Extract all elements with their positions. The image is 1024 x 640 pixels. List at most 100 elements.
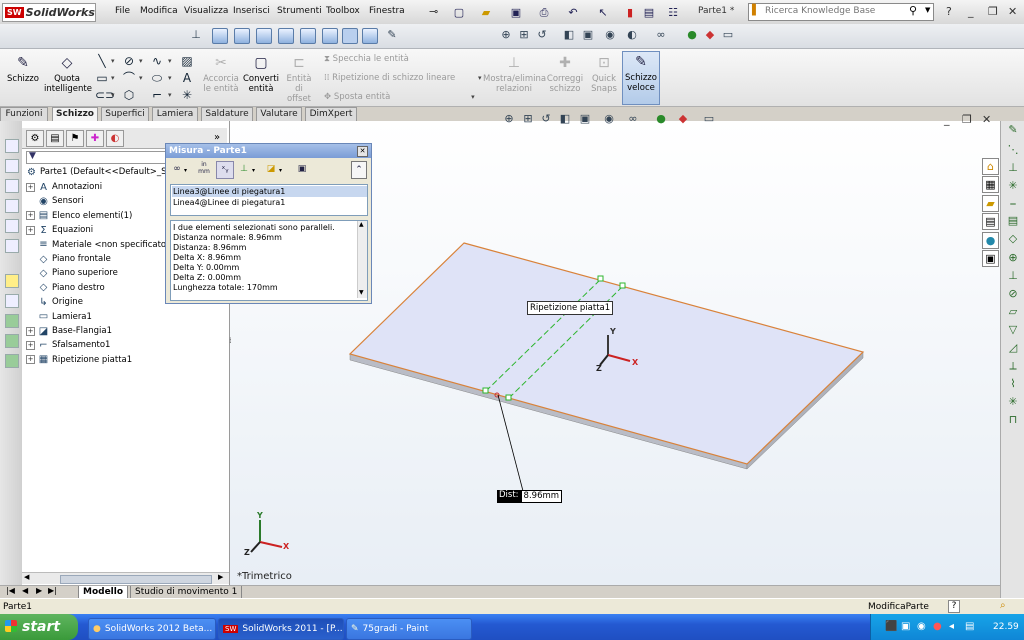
- tray-icon[interactable]: ▤: [965, 621, 974, 632]
- rapid-sketch-button[interactable]: ✎ Schizzo veloce: [622, 51, 660, 105]
- side-tool-icon[interactable]: [5, 334, 19, 348]
- tab-saldature[interactable]: Saldature: [201, 107, 253, 121]
- hud-previous-view-icon[interactable]: ↺: [540, 113, 552, 125]
- rectangle-dropdown-icon[interactable]: ▾: [111, 74, 115, 82]
- monitor-icon[interactable]: ▭: [722, 29, 734, 41]
- status-tooltip-icon[interactable]: ⌕: [1000, 600, 1006, 611]
- point-icon[interactable]: ✳: [180, 88, 194, 102]
- hud-zoom-area-icon[interactable]: ⊞: [522, 113, 534, 125]
- tree-item[interactable]: + A Annotazioni: [26, 180, 102, 194]
- sketch-tool-icon[interactable]: ◿: [1007, 342, 1019, 354]
- side-tool-icon[interactable]: [5, 354, 19, 368]
- tab-schizzo[interactable]: Schizzo: [52, 107, 98, 121]
- appearances-icon[interactable]: ●: [982, 232, 999, 249]
- scroll-up-icon[interactable]: ▲: [359, 221, 364, 228]
- polygon-icon[interactable]: ⬡: [122, 88, 136, 102]
- new-document-icon[interactable]: ▢: [450, 4, 468, 21]
- slot-dropdown-icon[interactable]: ▾: [111, 91, 115, 99]
- measure-save-icon[interactable]: ▣: [295, 161, 309, 177]
- right-view-icon[interactable]: [278, 28, 294, 44]
- fillet-dropdown-icon[interactable]: ▾: [168, 91, 172, 99]
- network-icon[interactable]: ▣: [901, 621, 910, 632]
- alert-icon[interactable]: ●: [933, 621, 942, 632]
- menu-toolbox[interactable]: Toolbox: [326, 6, 360, 16]
- tree-item[interactable]: ▭ Lamiera1: [26, 310, 92, 324]
- ellipse-dropdown-icon[interactable]: ▾: [168, 74, 172, 82]
- collapse-icon[interactable]: ⌃: [351, 161, 367, 179]
- custom-properties-icon[interactable]: ▣: [982, 250, 999, 267]
- previous-view-icon[interactable]: ↺: [536, 29, 548, 41]
- scroll-down-icon[interactable]: ▼: [359, 289, 364, 296]
- save-icon[interactable]: ▣: [507, 4, 525, 21]
- zoom-fit-icon[interactable]: ⊕: [500, 29, 512, 41]
- tree-item[interactable]: ◉ Sensori: [26, 194, 83, 208]
- linear-pattern-dropdown-icon[interactable]: ▾: [478, 74, 482, 82]
- menu-inserisci[interactable]: Inserisci: [233, 6, 270, 16]
- display-manager-tab-icon[interactable]: ◐: [106, 130, 124, 147]
- status-help-icon[interactable]: ?: [948, 600, 960, 613]
- bottom-view-icon[interactable]: [322, 28, 338, 44]
- menu-finestra[interactable]: Finestra: [369, 6, 405, 16]
- pin-icon[interactable]: ⊸: [429, 5, 438, 18]
- rebuild-icon[interactable]: ▮: [621, 4, 639, 21]
- expand-icon[interactable]: +: [26, 326, 35, 336]
- tab-superfici[interactable]: Superfici: [101, 107, 149, 121]
- arc-dropdown-icon[interactable]: ▾: [184, 167, 187, 174]
- sketch-tool-icon[interactable]: ⌇: [1007, 378, 1019, 390]
- convert-entities-button[interactable]: ▢ Converti entità: [242, 53, 280, 94]
- side-tool-icon[interactable]: [5, 274, 19, 288]
- side-tool-icon[interactable]: [5, 314, 19, 328]
- undo-icon[interactable]: ↶: [564, 4, 582, 21]
- tree-item[interactable]: ↳ Origine: [26, 295, 83, 309]
- units-icon[interactable]: in mm: [197, 161, 211, 177]
- property-manager-tab-icon[interactable]: ▤: [46, 130, 64, 147]
- line-icon[interactable]: ╲: [95, 54, 109, 68]
- sketch-tool-icon[interactable]: ⊘: [1007, 288, 1019, 300]
- hud-appearance-icon[interactable]: ●: [655, 113, 667, 125]
- feature-manager-tab-icon[interactable]: ⚙: [26, 130, 44, 147]
- expand-icon[interactable]: +: [26, 355, 35, 365]
- view-palette-icon[interactable]: ▤: [982, 213, 999, 230]
- hud-display-style-icon[interactable]: ◉: [603, 113, 615, 125]
- trim-entities-button[interactable]: ✂ Accorcia le entità: [202, 53, 240, 94]
- repair-sketch-button[interactable]: ✚ Correggi schizzo: [546, 53, 584, 94]
- left-view-icon[interactable]: [256, 28, 272, 44]
- start-button[interactable]: start: [0, 614, 78, 640]
- hud-view-settings-icon[interactable]: ∞: [627, 113, 639, 125]
- front-view-icon[interactable]: [212, 28, 228, 44]
- slot-icon[interactable]: ⊂⊃: [95, 88, 115, 102]
- scroll-thumb[interactable]: [60, 575, 212, 584]
- sketch-tool-icon[interactable]: ✳: [1007, 396, 1019, 408]
- menu-strumenti[interactable]: Strumenti: [277, 6, 322, 16]
- minimize-icon[interactable]: _: [968, 5, 974, 18]
- prev-tab-icon[interactable]: ◀: [22, 586, 28, 595]
- taskbar-item[interactable]: SW SolidWorks 2011 - [P...: [218, 618, 344, 640]
- side-tool-icon[interactable]: [5, 219, 19, 233]
- viewport-minimize-icon[interactable]: _: [944, 113, 950, 126]
- knowledge-base-search[interactable]: ▌ ⚲ ▼: [748, 3, 934, 21]
- file-properties-icon[interactable]: ▤: [640, 4, 658, 21]
- security-icon[interactable]: ◉: [917, 621, 926, 632]
- expand-icon[interactable]: +: [26, 225, 35, 235]
- bend-endpoint[interactable]: [597, 275, 604, 282]
- hud-monitor-icon[interactable]: ▭: [703, 113, 715, 125]
- side-tool-icon[interactable]: [5, 139, 19, 153]
- tree-item[interactable]: ◇ Piano frontale: [26, 252, 111, 266]
- sketch-tool-icon[interactable]: ⟂: [1007, 360, 1019, 372]
- display-relations-button[interactable]: ⊥ Mostra/elimina relazioni: [483, 53, 546, 94]
- tree-item[interactable]: + ⌐ Sfalsamento1: [26, 338, 110, 352]
- rectangle-icon[interactable]: ▭: [95, 71, 109, 85]
- expand-icon[interactable]: +: [26, 340, 35, 350]
- dimxpert-tab-icon[interactable]: ✚: [86, 130, 104, 147]
- menu-file[interactable]: File: [115, 6, 130, 16]
- view-orientation-icon[interactable]: ▣: [582, 29, 594, 41]
- fillet-icon[interactable]: ⌐: [150, 88, 164, 102]
- menu-visualizza[interactable]: Visualizza: [184, 6, 228, 16]
- sketch-tool-icon[interactable]: ⊥: [1007, 270, 1019, 282]
- arc-dropdown-icon[interactable]: ▾: [139, 74, 143, 82]
- first-tab-icon[interactable]: |◀: [6, 586, 15, 595]
- move-dropdown-icon[interactable]: ▾: [471, 93, 475, 101]
- section-view-icon[interactable]: ◧: [563, 29, 575, 41]
- scene-icon[interactable]: ◆: [704, 29, 716, 41]
- selection-item[interactable]: Linea3@Linee di piegatura1: [172, 186, 367, 197]
